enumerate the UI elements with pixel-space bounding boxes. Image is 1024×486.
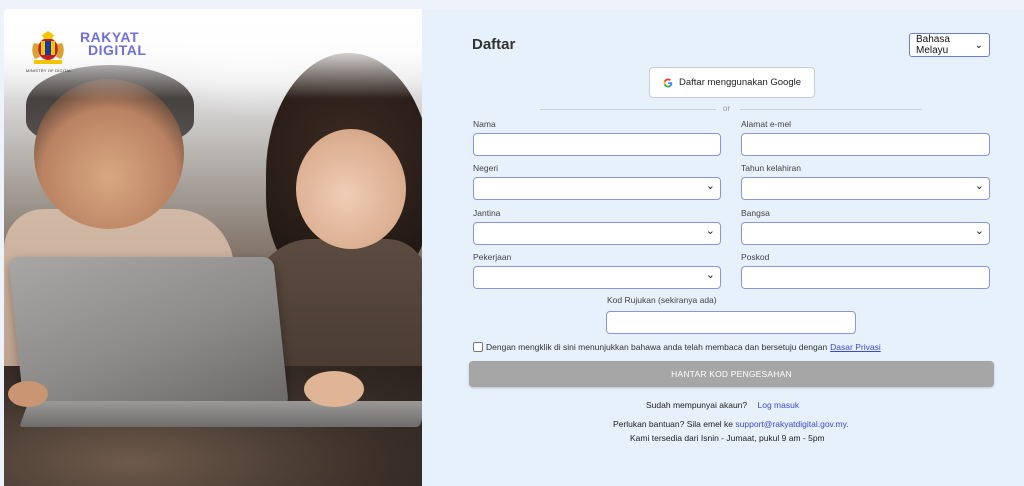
girl-face xyxy=(296,129,406,249)
support-email-link[interactable]: support@rakyatdigital.gov.my. xyxy=(735,419,848,429)
login-row: Sudah mempunyai akaun? Log masuk xyxy=(646,400,799,410)
email-input[interactable] xyxy=(741,133,990,156)
laptop xyxy=(8,257,289,407)
page-title: Daftar xyxy=(472,36,516,53)
label-bangsa: Bangsa xyxy=(741,208,770,218)
google-icon xyxy=(663,78,673,87)
consent-row: Dengan mengklik di sini menunjukkan baha… xyxy=(473,342,881,352)
privacy-policy-link[interactable]: Dasar Privasi xyxy=(830,342,881,352)
boy-head xyxy=(34,79,184,229)
tahun-select[interactable] xyxy=(741,177,990,200)
help-text: Perlukan bantuan? Sila emel ke support@r… xyxy=(613,419,849,429)
login-link[interactable]: Log masuk xyxy=(758,400,800,410)
girl-hand xyxy=(304,371,364,407)
label-pekerjaan: Pekerjaan xyxy=(473,252,512,262)
label-kod-rujukan: Kod Rujukan (sekiranya ada) xyxy=(607,295,717,305)
divider-right xyxy=(740,109,922,110)
jantina-select[interactable] xyxy=(473,222,721,245)
nama-input[interactable] xyxy=(473,133,721,156)
support-hours: Kami tersedia dari Isnin - Jumaat, pukul… xyxy=(630,433,825,443)
divider-left xyxy=(540,109,716,110)
send-verification-button[interactable]: HANTAR KOD PENGESAHAN xyxy=(469,361,994,387)
bangsa-select[interactable] xyxy=(741,222,990,245)
crest-icon: MINISTRY OF DIGITAL xyxy=(26,31,72,73)
label-tahun: Tahun kelahiran xyxy=(741,163,802,173)
label-negeri: Negeri xyxy=(473,163,499,173)
laptop-base xyxy=(19,401,422,427)
consent-checkbox[interactable] xyxy=(473,342,483,352)
help-prompt: Perlukan bantuan? Sila emel ke xyxy=(613,419,734,429)
google-signup-button[interactable]: Daftar menggunakan Google xyxy=(649,67,815,98)
boy-hand xyxy=(8,381,48,407)
label-email: Alamat e-mel xyxy=(741,119,792,129)
chevron-down-icon: ⌄ xyxy=(974,39,983,51)
language-select[interactable]: Bahasa Melayu ⌄ xyxy=(909,33,990,57)
kod-rujukan-input[interactable] xyxy=(606,311,856,334)
label-jantina: Jantina xyxy=(473,208,501,218)
negeri-select[interactable] xyxy=(473,177,721,200)
login-prompt: Sudah mempunyai akaun? xyxy=(646,400,748,410)
google-button-label: Daftar menggunakan Google xyxy=(679,77,801,88)
pekerjaan-select[interactable] xyxy=(473,266,721,289)
language-select-value: Bahasa Melayu xyxy=(916,34,950,56)
register-panel: Daftar Bahasa Melayu ⌄ Daftar menggunaka… xyxy=(422,9,1024,486)
brand-logo: MINISTRY OF DIGITAL RAKYAT DIGITAL xyxy=(26,30,147,73)
label-nama: Nama xyxy=(473,119,496,129)
brand-name: RAKYAT DIGITAL xyxy=(80,30,147,58)
label-poskod: Poskod xyxy=(741,252,770,262)
hero-image: MINISTRY OF DIGITAL RAKYAT DIGITAL xyxy=(4,9,422,486)
or-divider-text: or xyxy=(723,104,731,113)
poskod-input[interactable] xyxy=(741,266,990,289)
consent-text: Dengan mengklik di sini menunjukkan baha… xyxy=(486,342,828,352)
ministry-label: MINISTRY OF DIGITAL xyxy=(26,68,72,73)
brand-line2: DIGITAL xyxy=(88,42,147,58)
